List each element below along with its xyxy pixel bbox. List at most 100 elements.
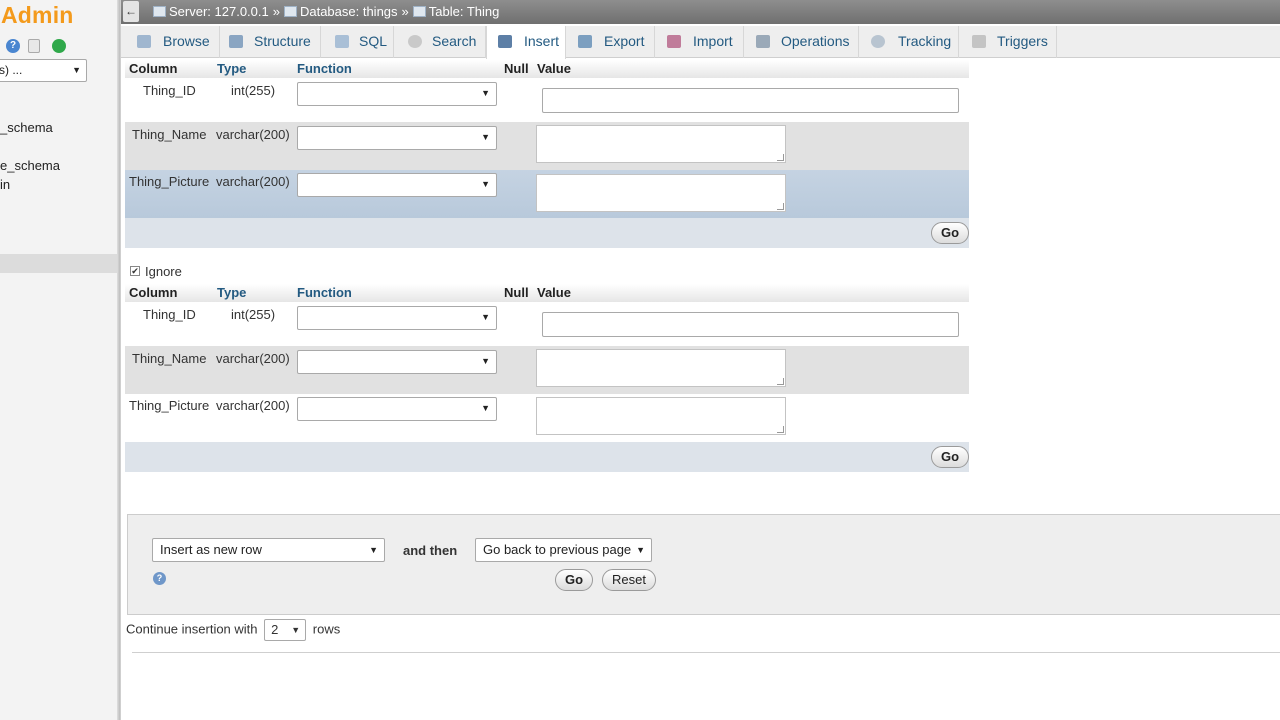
breadcrumb: Server: 127.0.0.1» Database: things» Table… (153, 4, 499, 19)
table-row: Thing_Picture varchar(200) ▼ (125, 394, 969, 442)
ignore-checkbox[interactable]: ✔ (130, 266, 140, 276)
rows-count-value: 2 (271, 622, 279, 637)
navigation-panel: Admin ? s) ... ▼ _schema e_schema in (0, 0, 121, 720)
header-function[interactable]: Function (297, 61, 352, 76)
breadcrumb-server[interactable]: Server: 127.0.0.1 (169, 4, 269, 19)
help-icon[interactable]: ? (6, 39, 20, 53)
continue-prefix: Continue insertion with (126, 621, 258, 637)
breadcrumb-database[interactable]: Database: things (300, 4, 398, 19)
table-row: Thing_Name varchar(200) ▼ (125, 122, 969, 170)
function-select[interactable]: ▼ (297, 306, 497, 330)
tab-insert[interactable]: Insert (486, 26, 566, 59)
table-row: Thing_ID int(255) ▼ (125, 302, 969, 346)
reset-button[interactable]: Reset (602, 569, 656, 591)
function-select[interactable]: ▼ (297, 350, 497, 374)
column-name: Thing_ID (143, 307, 196, 322)
database-select[interactable]: s) ... ▼ (0, 59, 87, 82)
column-type: int(255) (231, 83, 276, 98)
column-name: Thing_Picture (129, 174, 210, 189)
tab-label: Export (604, 33, 645, 49)
chevron-down-icon: ▼ (636, 545, 645, 555)
tab-import[interactable]: Import (655, 26, 744, 58)
tab-tracking[interactable]: Tracking (859, 26, 959, 58)
database-item[interactable] (0, 137, 60, 156)
wrench-icon (756, 35, 770, 48)
rows-count-select[interactable]: 2 ▼ (264, 619, 307, 641)
header-function[interactable]: Function (297, 285, 352, 300)
value-textarea[interactable] (536, 125, 786, 163)
header-type[interactable]: Type (217, 61, 246, 76)
chevron-down-icon: ▼ (72, 65, 81, 75)
table-header: Column Type Function Null Value (125, 284, 969, 302)
header-type[interactable]: Type (217, 285, 246, 300)
after-insert-select[interactable]: Go back to previous page ▼ (475, 538, 652, 562)
eye-icon (871, 35, 885, 48)
chevron-down-icon: ▼ (369, 545, 378, 555)
insert-mode-select[interactable]: Insert as new row ▼ (152, 538, 385, 562)
go-button[interactable]: Go (931, 222, 970, 244)
go-button[interactable]: Go (931, 446, 970, 468)
tab-label: Import (693, 33, 733, 49)
breadcrumb-separator: » (272, 4, 280, 19)
header-null: Null (504, 61, 529, 76)
tab-search[interactable]: Search (394, 26, 486, 58)
search-icon (408, 35, 422, 48)
table-row: Thing_Name varchar(200) ▼ (125, 346, 969, 394)
function-select[interactable]: ▼ (297, 173, 497, 197)
import-icon (667, 35, 681, 48)
chevron-down-icon: ▼ (481, 88, 490, 98)
ignore-label[interactable]: Ignore (145, 264, 182, 279)
value-textarea[interactable] (536, 174, 786, 212)
tab-export[interactable]: Export (566, 26, 655, 58)
form-footer: Go (125, 442, 970, 472)
chevron-down-icon: ▼ (481, 312, 490, 322)
tab-structure[interactable]: Structure (220, 26, 321, 58)
documentation-icon[interactable] (28, 39, 40, 53)
help-icon[interactable]: ? (153, 572, 166, 585)
continue-suffix: rows (312, 621, 341, 637)
reload-icon[interactable] (52, 39, 66, 53)
after-insert-value: Go back to previous page (483, 542, 632, 557)
insert-options-panel: Insert as new row ▼ and then Go back to … (127, 514, 1280, 615)
collapse-panel-button[interactable]: ← (123, 1, 139, 22)
tab-browse[interactable]: Browse (125, 26, 220, 58)
column-type: varchar(200) (216, 351, 290, 366)
header-column: Column (129, 61, 178, 76)
function-select[interactable]: ▼ (297, 82, 497, 106)
breadcrumb-table[interactable]: Table: Thing (429, 4, 500, 19)
value-textarea[interactable] (536, 397, 786, 435)
header-value: Value (537, 285, 571, 300)
go-button[interactable]: Go (555, 569, 594, 591)
tab-operations[interactable]: Operations (744, 26, 859, 58)
database-item[interactable]: e_schema (0, 156, 60, 175)
value-textarea[interactable] (536, 349, 786, 387)
table-header: Column Type Function Null Value (125, 60, 969, 78)
column-type: varchar(200) (216, 127, 290, 142)
database-item[interactable]: in (0, 175, 60, 194)
tab-sql[interactable]: SQL (321, 26, 394, 58)
phpmyadmin-logo[interactable]: Admin (1, 2, 74, 29)
database-select-value: s) ... (0, 63, 23, 77)
table-icon (412, 6, 426, 17)
browse-icon (137, 35, 151, 48)
value-input[interactable] (542, 88, 959, 113)
chevron-down-icon: ▼ (291, 625, 301, 635)
chevron-down-icon: ▼ (481, 356, 490, 366)
triggers-icon (972, 35, 986, 48)
chevron-down-icon: ▼ (481, 403, 490, 413)
insert-mode-value: Insert as new row (160, 542, 262, 557)
tab-label: Operations (781, 33, 850, 49)
tab-triggers[interactable]: Triggers (959, 26, 1057, 58)
function-select[interactable]: ▼ (297, 126, 497, 150)
value-input[interactable] (542, 312, 959, 337)
column-name: Thing_Name (132, 351, 207, 366)
column-name: Thing_ID (143, 83, 196, 98)
tab-label: Insert (524, 33, 560, 49)
chevron-down-icon: ▼ (481, 179, 490, 189)
chevron-down-icon: ▼ (481, 132, 490, 142)
and-then-label: and then (403, 543, 458, 558)
database-icon (283, 6, 297, 17)
column-name: Thing_Name (132, 127, 207, 142)
database-item[interactable]: _schema (0, 118, 60, 137)
function-select[interactable]: ▼ (297, 397, 497, 421)
